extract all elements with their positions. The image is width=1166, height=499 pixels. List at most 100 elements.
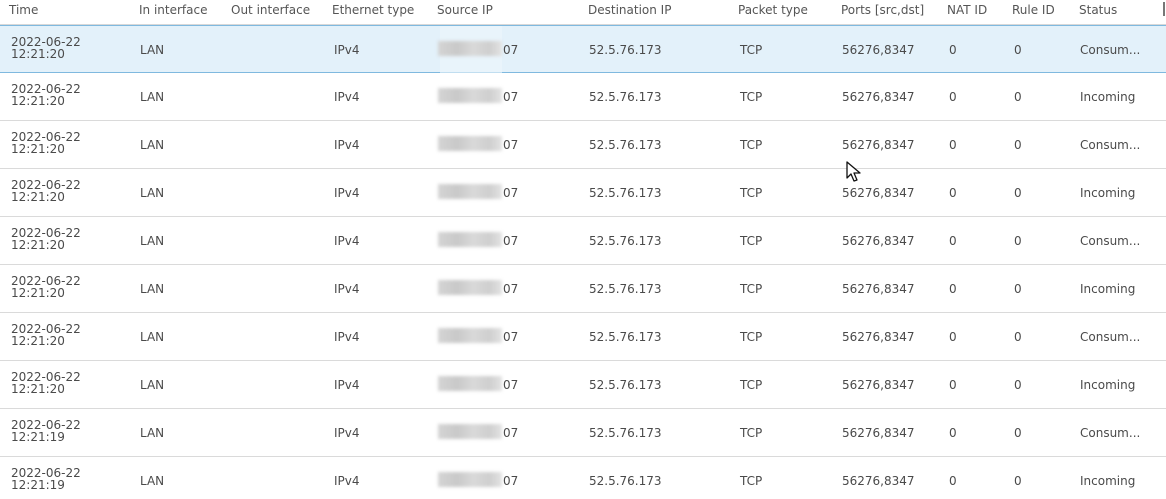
redacted-source-ip bbox=[438, 184, 502, 199]
time-clock: 12:21:19 bbox=[11, 430, 65, 444]
column-header-destination-ip[interactable]: Destination IP bbox=[588, 3, 671, 17]
status-cell: Consum... bbox=[1080, 234, 1141, 248]
destination-ip-cell: 52.5.76.173 bbox=[589, 378, 662, 392]
ports-cell: 56276,8347 bbox=[842, 90, 915, 104]
time-cell: 2022-06-22 12:21:20 bbox=[11, 179, 81, 203]
table-row[interactable]: 2022-06-22 12:21:20 LAN IPv4 07 52.5.76.173 TC… bbox=[0, 217, 1166, 265]
time-cell: 2022-06-22 12:21:19 bbox=[11, 419, 81, 443]
in-interface-cell: LAN bbox=[140, 138, 165, 152]
time-cell: 2022-06-22 12:21:20 bbox=[11, 371, 81, 395]
table-row[interactable]: 2022-06-22 12:21:20 LAN IPv4 07 52.5.76.173 TC… bbox=[0, 121, 1166, 169]
status-cell: Consum... bbox=[1080, 426, 1141, 440]
ports-cell: 56276,8347 bbox=[842, 378, 915, 392]
packet-type-cell: TCP bbox=[740, 43, 763, 57]
packet-type-cell: TCP bbox=[740, 426, 763, 440]
time-cell: 2022-06-22 12:21:19 bbox=[11, 467, 81, 491]
ports-cell: 56276,8347 bbox=[842, 426, 915, 440]
column-header-nat-id[interactable]: NAT ID bbox=[947, 3, 987, 17]
in-interface-cell: LAN bbox=[140, 43, 165, 57]
packet-type-cell: TCP bbox=[740, 474, 763, 488]
packet-type-cell: TCP bbox=[740, 234, 763, 248]
table-row[interactable]: 2022-06-22 12:21:20 LAN IPv4 07 52.5.76.173 TC… bbox=[0, 313, 1166, 361]
redacted-source-ip bbox=[438, 232, 502, 247]
source-ip-cell: 07 bbox=[503, 330, 519, 344]
source-ip-cell: 07 bbox=[503, 474, 519, 488]
column-header-in-interface[interactable]: In interface bbox=[139, 3, 207, 17]
status-cell: Consum... bbox=[1080, 43, 1141, 57]
in-interface-cell: LAN bbox=[140, 330, 165, 344]
ethernet-type-cell: IPv4 bbox=[334, 330, 360, 344]
ethernet-type-cell: IPv4 bbox=[334, 474, 360, 488]
table-row[interactable]: 2022-06-22 12:21:19 LAN IPv4 07 52.5.76.173 TC… bbox=[0, 457, 1166, 499]
destination-ip-cell: 52.5.76.173 bbox=[589, 474, 662, 488]
table-row[interactable]: 2022-06-22 12:21:20 LAN IPv4 07 52.5.76.173 TC… bbox=[0, 265, 1166, 313]
column-header-time[interactable]: Time bbox=[9, 3, 38, 17]
ports-cell: 56276,8347 bbox=[842, 474, 915, 488]
ports-cell: 56276,8347 bbox=[842, 138, 915, 152]
ports-cell: 56276,8347 bbox=[842, 234, 915, 248]
redacted-source-ip bbox=[438, 328, 502, 343]
table-row[interactable]: 2022-06-22 12:21:20 LAN IPv4 07 52.5.76.173 TC… bbox=[0, 361, 1166, 409]
rule-id-cell: 0 bbox=[1014, 186, 1022, 200]
ethernet-type-cell: IPv4 bbox=[334, 138, 360, 152]
next-column-header-edge bbox=[1163, 2, 1165, 16]
column-header-ethernet-type[interactable]: Ethernet type bbox=[332, 3, 414, 17]
destination-ip-cell: 52.5.76.173 bbox=[589, 234, 662, 248]
nat-id-cell: 0 bbox=[949, 186, 957, 200]
time-cell: 2022-06-22 12:21:20 bbox=[11, 36, 81, 60]
time-clock: 12:21:20 bbox=[11, 382, 65, 396]
status-cell: Consum... bbox=[1080, 330, 1141, 344]
ports-cell: 56276,8347 bbox=[842, 43, 915, 57]
redacted-source-ip bbox=[438, 424, 502, 439]
packet-type-cell: TCP bbox=[740, 138, 763, 152]
column-header-rule-id[interactable]: Rule ID bbox=[1012, 3, 1055, 17]
column-header-out-interface[interactable]: Out interface bbox=[231, 3, 310, 17]
nat-id-cell: 0 bbox=[949, 234, 957, 248]
rule-id-cell: 0 bbox=[1014, 330, 1022, 344]
destination-ip-cell: 52.5.76.173 bbox=[589, 138, 662, 152]
column-header-ports[interactable]: Ports [src,dst] bbox=[841, 3, 924, 17]
ethernet-type-cell: IPv4 bbox=[334, 186, 360, 200]
table-row[interactable]: 2022-06-22 12:21:20 LAN IPv4 07 52.5.76.173 TC… bbox=[0, 73, 1166, 121]
time-clock: 12:21:20 bbox=[11, 94, 65, 108]
column-header-status[interactable]: Status bbox=[1079, 3, 1117, 17]
in-interface-cell: LAN bbox=[140, 186, 165, 200]
table-row[interactable]: 2022-06-22 12:21:19 LAN IPv4 07 52.5.76.173 TC… bbox=[0, 409, 1166, 457]
column-header-source-ip[interactable]: Source IP bbox=[437, 3, 493, 17]
in-interface-cell: LAN bbox=[140, 282, 165, 296]
source-ip-cell: 07 bbox=[503, 186, 519, 200]
nat-id-cell: 0 bbox=[949, 426, 957, 440]
redacted-source-ip bbox=[438, 280, 502, 295]
nat-id-cell: 0 bbox=[949, 330, 957, 344]
time-clock: 12:21:20 bbox=[11, 238, 65, 252]
table-row[interactable]: 2022-06-22 12:21:20 LAN IPv4 07 52.5.76.173 TC… bbox=[0, 25, 1166, 73]
ethernet-type-cell: IPv4 bbox=[334, 43, 360, 57]
mouse-pointer-icon bbox=[846, 161, 861, 182]
nat-id-cell: 0 bbox=[949, 378, 957, 392]
packet-type-cell: TCP bbox=[740, 282, 763, 296]
source-ip-cell: 07 bbox=[503, 234, 519, 248]
time-cell: 2022-06-22 12:21:20 bbox=[11, 227, 81, 251]
rule-id-cell: 0 bbox=[1014, 378, 1022, 392]
destination-ip-cell: 52.5.76.173 bbox=[589, 43, 662, 57]
nat-id-cell: 0 bbox=[949, 282, 957, 296]
ethernet-type-cell: IPv4 bbox=[334, 378, 360, 392]
packet-type-cell: TCP bbox=[740, 330, 763, 344]
rule-id-cell: 0 bbox=[1014, 43, 1022, 57]
in-interface-cell: LAN bbox=[140, 90, 165, 104]
destination-ip-cell: 52.5.76.173 bbox=[589, 90, 662, 104]
source-ip-cell: 07 bbox=[503, 90, 519, 104]
ports-cell: 56276,8347 bbox=[842, 282, 915, 296]
in-interface-cell: LAN bbox=[140, 234, 165, 248]
destination-ip-cell: 52.5.76.173 bbox=[589, 426, 662, 440]
time-clock: 12:21:20 bbox=[11, 190, 65, 204]
status-cell: Consum... bbox=[1080, 138, 1141, 152]
rule-id-cell: 0 bbox=[1014, 426, 1022, 440]
table-row[interactable]: 2022-06-22 12:21:20 LAN IPv4 07 52.5.76.173 TC… bbox=[0, 169, 1166, 217]
source-ip-cell: 07 bbox=[503, 378, 519, 392]
packet-type-cell: TCP bbox=[740, 90, 763, 104]
column-header-packet-type[interactable]: Packet type bbox=[738, 3, 808, 17]
status-cell: Incoming bbox=[1080, 474, 1136, 488]
time-clock: 12:21:20 bbox=[11, 47, 65, 61]
nat-id-cell: 0 bbox=[949, 43, 957, 57]
